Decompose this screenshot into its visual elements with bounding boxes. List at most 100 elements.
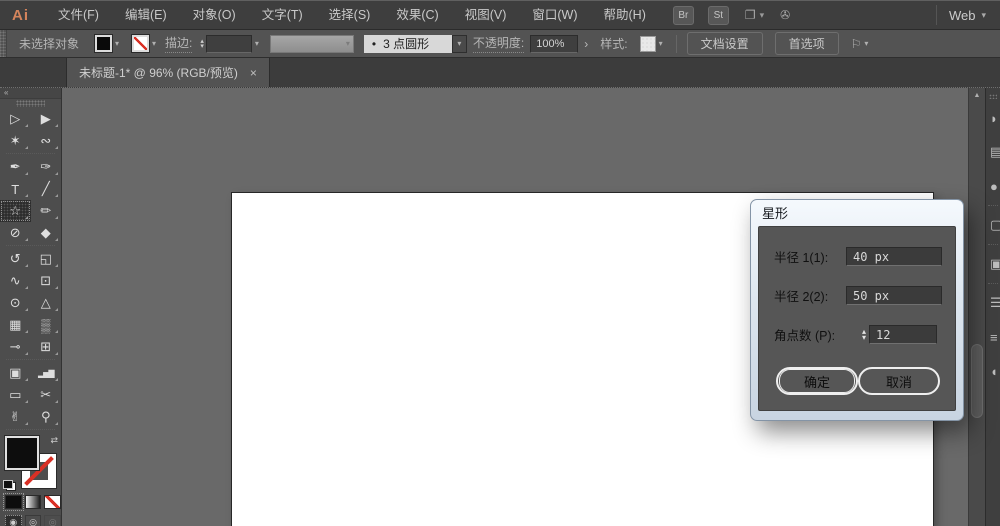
draw-behind-button[interactable]: ◎ [24, 515, 42, 526]
menu-item-type[interactable]: 文字(T) [249, 1, 316, 29]
menu-item-object[interactable]: 对象(O) [180, 1, 249, 29]
paintbrush-tool[interactable]: ✏ [31, 200, 62, 222]
brush-definition-field[interactable]: • 3 点圆形 [363, 34, 452, 53]
pen-tool[interactable]: ✒ [0, 156, 31, 178]
gradient-button[interactable] [24, 495, 42, 509]
radius1-input[interactable] [846, 247, 942, 266]
menu-item-file[interactable]: 文件(F) [45, 1, 112, 29]
shape-builder-tool[interactable]: ⊙ [0, 292, 31, 314]
menu-item-edit[interactable]: 编辑(E) [112, 1, 180, 29]
opacity-link[interactable]: 不透明度: [472, 34, 525, 53]
dock-panel-icon[interactable]: ☰ [986, 286, 1000, 320]
scroll-up-icon[interactable]: ▲ [969, 88, 985, 102]
none-button[interactable] [44, 495, 62, 509]
panel-options-icon[interactable]: ⚐ [851, 37, 862, 51]
stroke-color-swatch[interactable] [132, 35, 150, 52]
width-tool[interactable]: ∿ [0, 270, 31, 292]
chevron-down-icon[interactable]: ▾ [760, 10, 765, 21]
zoom-tool[interactable]: ⚲ [31, 406, 62, 428]
menu-item-help[interactable]: 帮助(H) [591, 1, 659, 29]
dock-panel-icon[interactable]: ◖ [986, 354, 1000, 388]
chevron-down-icon[interactable]: ▾ [659, 39, 663, 48]
menu-item-window[interactable]: 窗口(W) [519, 1, 590, 29]
opacity-input[interactable] [530, 34, 579, 53]
stepper-down-icon[interactable]: ▾ [862, 333, 866, 341]
stroke-panel-link[interactable]: 描边: [165, 34, 193, 53]
direct-selection-tool[interactable]: ▶ [31, 108, 62, 130]
chevron-down-icon[interactable]: ▾ [255, 39, 259, 48]
stroke-weight-stepper[interactable]: ▴ ▾ [200, 38, 204, 50]
document-setup-button[interactable]: 文档设置 [686, 32, 763, 55]
fill-proxy-swatch[interactable] [5, 436, 39, 470]
hand-tool[interactable]: ✌ [0, 406, 31, 428]
menu-item-effect[interactable]: 效果(C) [383, 1, 451, 29]
ok-button[interactable]: 确定 [776, 367, 858, 395]
vertical-scrollbar[interactable]: ▲ [968, 88, 985, 526]
shaper-tool[interactable]: ⊘ [0, 222, 31, 244]
cancel-button[interactable]: 取消 [858, 367, 940, 395]
star-tool[interactable]: ☆ [0, 200, 31, 222]
gradient-tool[interactable]: ▒ [31, 314, 62, 336]
lasso-tool[interactable]: ∾ [31, 130, 62, 152]
bridge-button[interactable]: Br [672, 5, 694, 25]
workspace-switcher[interactable]: Web [949, 8, 976, 23]
chevron-down-icon[interactable]: ▾ [864, 39, 868, 48]
dock-panel-icon[interactable]: ≡ [986, 320, 1000, 354]
color-button[interactable] [3, 493, 24, 511]
dock-drag-handle[interactable] [989, 94, 997, 99]
swap-fill-stroke-icon[interactable]: ⇄ [50, 435, 58, 446]
menu-item-select[interactable]: 选择(S) [316, 1, 384, 29]
chevron-down-icon[interactable]: ▾ [981, 10, 986, 21]
dock-panel-icon[interactable]: ▣ [986, 247, 1000, 281]
artboard-tool[interactable]: ▭ [0, 384, 31, 406]
points-stepper[interactable]: ▴ ▾ [862, 327, 866, 341]
mesh-tool[interactable]: ▦ [0, 314, 31, 336]
free-transform-tool[interactable]: ⊡ [31, 270, 62, 292]
arrange-documents-icon[interactable]: ❐ [745, 8, 756, 22]
cancel-button-label: 取消 [885, 374, 912, 390]
rotate-tool[interactable]: ↺ [0, 248, 31, 270]
toolbar-drag-handle[interactable] [16, 100, 45, 107]
preferences-button[interactable]: 首选项 [774, 32, 839, 55]
close-icon[interactable]: × [250, 66, 257, 80]
touch-workspace-icon[interactable]: ✇ [780, 8, 790, 22]
points-input[interactable] [869, 325, 938, 344]
dock-panel-icon[interactable]: ▤ [986, 135, 1000, 169]
collapse-panel-icon[interactable]: « [0, 88, 61, 99]
dialog-titlebar[interactable]: 星形 [751, 200, 963, 226]
stroke-weight-field[interactable] [205, 34, 252, 53]
eraser-tool[interactable]: ◆ [31, 222, 62, 244]
type-tool[interactable]: T [0, 178, 31, 200]
graphic-style-swatch[interactable] [639, 35, 656, 52]
dock-panel-icon[interactable]: ● [986, 169, 1000, 203]
scale-tool[interactable]: ◱ [31, 248, 62, 270]
opacity-expand-icon[interactable]: › [584, 37, 588, 51]
line-segment-tool[interactable]: ╱ [31, 178, 62, 200]
radius2-row: 半径 2(2): [774, 286, 942, 305]
blend-tool[interactable]: ⊞ [31, 336, 62, 358]
column-graph-tool[interactable]: ▂▅▇ [31, 362, 62, 384]
chevron-down-icon[interactable]: ▾ [115, 39, 119, 48]
slice-tool[interactable]: ✂ [31, 384, 62, 406]
scrollbar-thumb[interactable] [971, 344, 983, 418]
default-fill-stroke-icon[interactable] [3, 480, 16, 491]
control-bar-divider [675, 34, 677, 53]
brush-dropdown-button[interactable]: ▾ [451, 34, 467, 53]
radius2-input[interactable] [846, 286, 942, 305]
fill-color-swatch[interactable] [95, 35, 113, 52]
magic-wand-tool[interactable]: ✶ [0, 130, 31, 152]
dock-panel-icon[interactable]: ▢ [986, 208, 1000, 242]
selection-tool[interactable]: ▷ [0, 108, 31, 130]
document-tab[interactable]: 未标题-1* @ 96% (RGB/预览) × [66, 58, 270, 87]
stock-button[interactable]: St [707, 5, 729, 25]
symbol-sprayer-tool[interactable]: ▣ [0, 362, 31, 384]
perspective-grid-tool[interactable]: △ [31, 292, 62, 314]
curvature-tool[interactable]: ✑ [31, 156, 62, 178]
control-bar-grip[interactable] [0, 30, 7, 57]
stepper-down-icon[interactable]: ▾ [200, 43, 204, 50]
dock-panel-icon[interactable]: ◗ [986, 101, 1000, 135]
menu-item-view[interactable]: 视图(V) [452, 1, 520, 29]
chevron-down-icon[interactable]: ▾ [152, 39, 156, 48]
eyedropper-tool[interactable]: ⊸ [0, 336, 31, 358]
draw-normal-button[interactable]: ◉ [5, 515, 22, 526]
